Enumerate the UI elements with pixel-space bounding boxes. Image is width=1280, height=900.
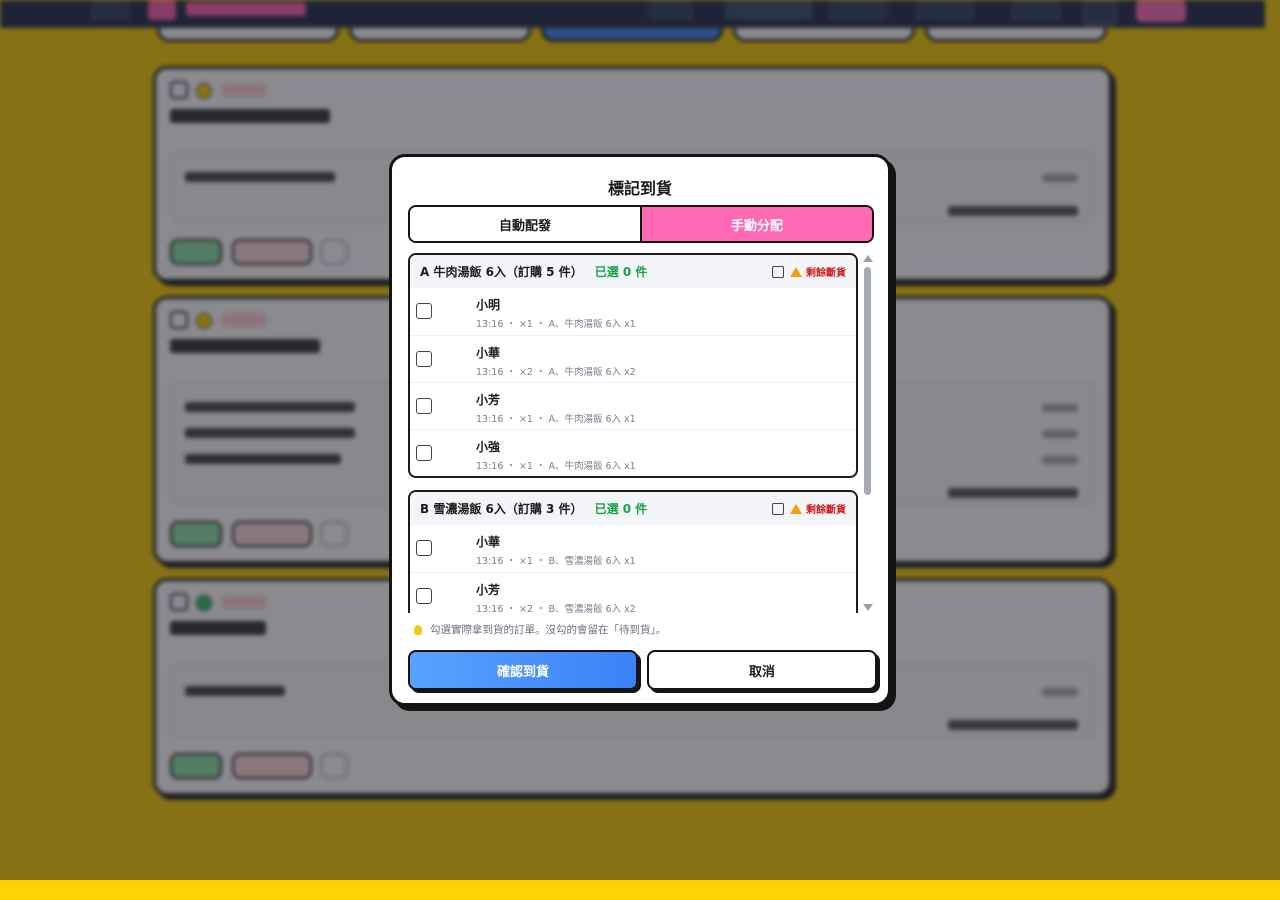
- list-scrollbar[interactable]: [862, 253, 874, 613]
- order-list-scroll[interactable]: A 牛肉湯飯 6入（訂購 5 件） 已選 0 件 剩餘斷貨 小明 13:16 ・…: [408, 253, 874, 613]
- tab-manual-allocate[interactable]: 手動分配: [640, 207, 872, 241]
- order-detail: 13:16 ・ ×2 ・ A、牛肉湯飯 6入 x2: [476, 367, 636, 378]
- group-title: A 牛肉湯飯 6入（訂購 5 件）: [420, 265, 583, 279]
- hint-message: 勾選實際拿到貨的訂單。沒勾的會留在「待到貨」。: [430, 624, 667, 636]
- mark-arrival-dialog: 標記到貨 自動配發 手動分配 A 牛肉湯飯 6入（訂購 5 件） 已選 0 件 …: [389, 154, 891, 706]
- lightbulb-icon: [414, 624, 422, 635]
- dialog-title: 標記到貨: [607, 179, 672, 198]
- order-checkbox[interactable]: [416, 540, 432, 556]
- product-group: A 牛肉湯飯 6入（訂購 5 件） 已選 0 件 剩餘斷貨 小明 13:16 ・…: [408, 253, 858, 478]
- order-checkbox[interactable]: [416, 351, 432, 367]
- out-of-stock-checkbox[interactable]: [772, 265, 784, 278]
- tab-auto-allocate[interactable]: 自動配發: [410, 207, 640, 241]
- order-row[interactable]: 小強 13:16 ・ ×1 ・ A、牛肉湯飯 6入 x1: [410, 429, 856, 476]
- order-detail: 13:16 ・ ×1 ・ A、牛肉湯飯 6入 x1: [476, 319, 636, 330]
- allocation-mode-toggle: 自動配發 手動分配: [408, 205, 874, 243]
- order-checkbox[interactable]: [416, 445, 432, 461]
- order-list: A 牛肉湯飯 6入（訂購 5 件） 已選 0 件 剩餘斷貨 小明 13:16 ・…: [408, 253, 858, 613]
- order-detail: 13:16 ・ ×1 ・ A、牛肉湯飯 6入 x1: [476, 461, 636, 472]
- order-detail: 13:16 ・ ×1 ・ B、雪濃湯飯 6入 x1: [476, 556, 636, 567]
- order-row[interactable]: 小明 13:16 ・ ×1 ・ A、牛肉湯飯 6入 x1: [410, 288, 856, 335]
- product-group: B 雪濃湯飯 6入（訂購 3 件） 已選 0 件 剩餘斷貨 小華 13:16 ・…: [408, 490, 858, 613]
- group-title: B 雪濃湯飯 6入（訂購 3 件）: [420, 502, 583, 516]
- customer-name: 小華: [476, 346, 501, 360]
- order-detail: 13:16 ・ ×1 ・ A、牛肉湯飯 6入 x1: [476, 414, 636, 425]
- order-row[interactable]: 小芳 13:16 ・ ×1 ・ A、牛肉湯飯 6入 x1: [410, 382, 856, 429]
- warning-icon: [790, 503, 802, 514]
- selected-count: 已選 0 件: [594, 265, 648, 279]
- out-of-stock-label: 剩餘斷貨: [806, 268, 846, 279]
- order-checkbox[interactable]: [416, 398, 432, 414]
- customer-name: 小強: [476, 440, 501, 454]
- order-checkbox[interactable]: [416, 303, 432, 319]
- customer-name: 小芳: [476, 393, 501, 407]
- warning-icon: [790, 266, 802, 277]
- scroll-up-arrow-icon[interactable]: [863, 255, 873, 262]
- customer-name: 小華: [476, 535, 501, 549]
- hint-text: 勾選實際拿到貨的訂單。沒勾的會留在「待到貨」。: [414, 622, 666, 637]
- confirm-arrival-button[interactable]: 確認到貨: [408, 650, 638, 690]
- cancel-button[interactable]: 取消: [647, 650, 877, 690]
- selected-count: 已選 0 件: [594, 502, 648, 516]
- group-header: A 牛肉湯飯 6入（訂購 5 件） 已選 0 件 剩餘斷貨: [410, 255, 856, 288]
- customer-name: 小芳: [476, 583, 501, 597]
- order-detail: 13:16 ・ ×2 ・ B、雪濃湯飯 6入 x2: [476, 604, 636, 613]
- scroll-down-arrow-icon[interactable]: [863, 604, 873, 611]
- scrollbar-thumb[interactable]: [864, 267, 871, 495]
- out-of-stock-label: 剩餘斷貨: [806, 505, 846, 516]
- order-row[interactable]: 小華 13:16 ・ ×1 ・ B、雪濃湯飯 6入 x1: [410, 525, 856, 572]
- customer-name: 小明: [476, 298, 501, 312]
- order-row[interactable]: 小華 13:16 ・ ×2 ・ A、牛肉湯飯 6入 x2: [410, 335, 856, 382]
- group-header: B 雪濃湯飯 6入（訂購 3 件） 已選 0 件 剩餘斷貨: [410, 492, 856, 525]
- out-of-stock-checkbox[interactable]: [772, 502, 784, 515]
- order-checkbox[interactable]: [416, 588, 432, 604]
- order-row[interactable]: 小芳 13:16 ・ ×2 ・ B、雪濃湯飯 6入 x2: [410, 572, 856, 613]
